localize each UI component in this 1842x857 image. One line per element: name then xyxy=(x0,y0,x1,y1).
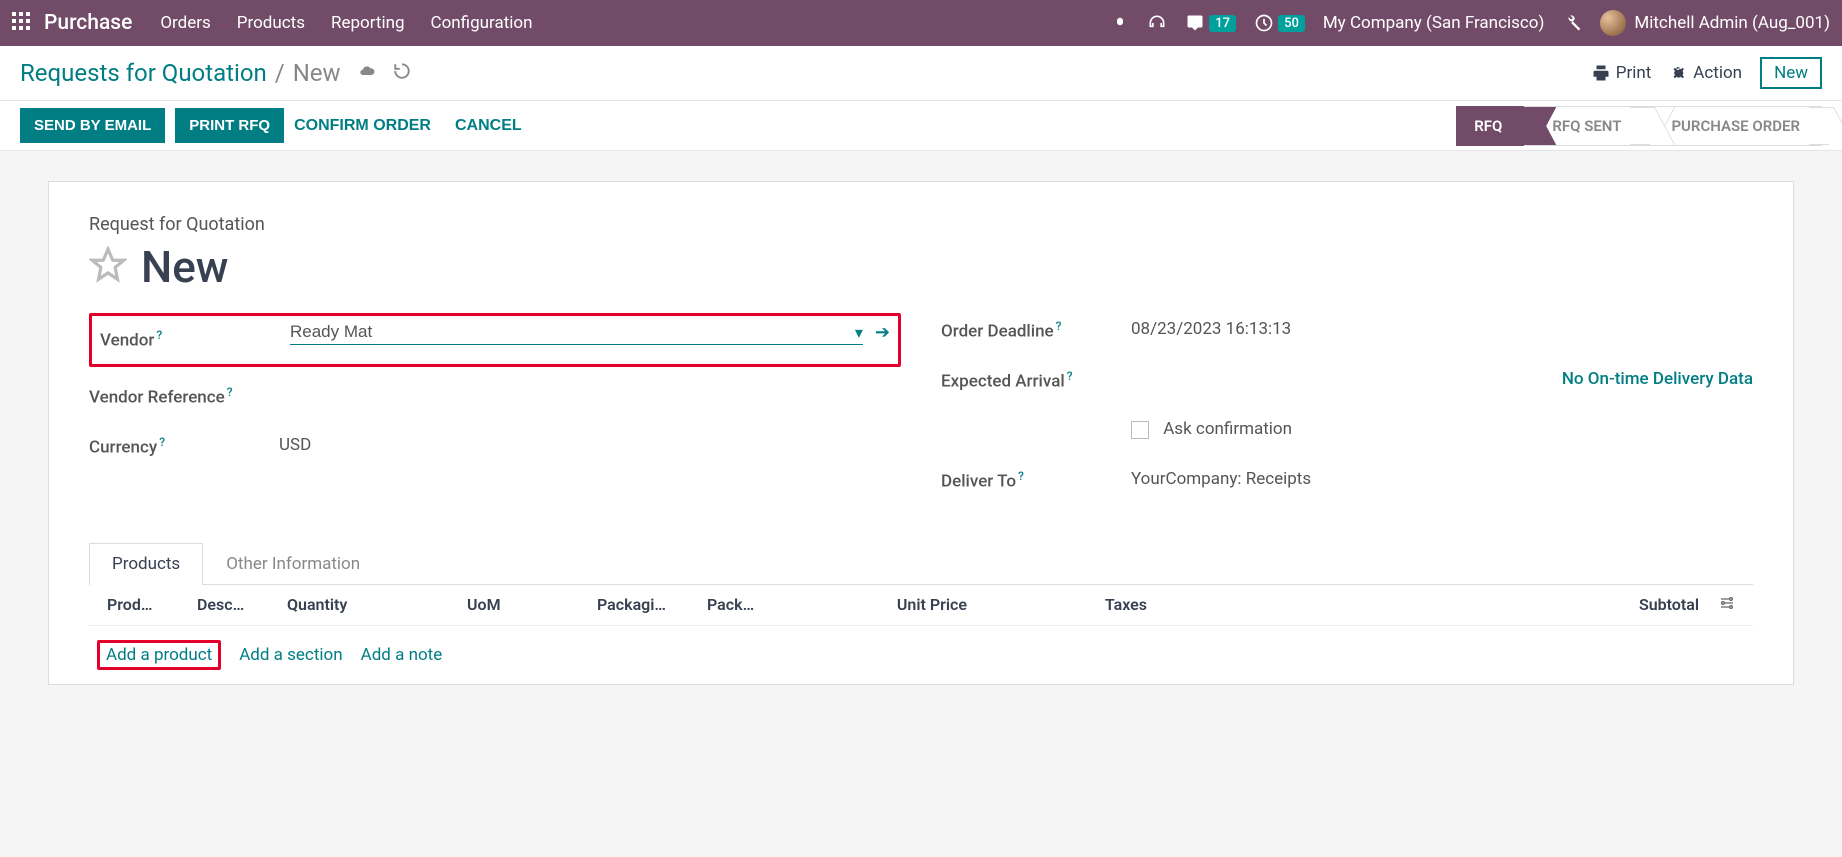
breadcrumb-separator: / xyxy=(275,59,285,87)
menu-reporting[interactable]: Reporting xyxy=(331,13,405,33)
col-unit-price[interactable]: Unit Price xyxy=(797,595,977,615)
apps-icon[interactable] xyxy=(12,12,30,35)
help-icon[interactable]: ? xyxy=(1056,319,1062,333)
action-button[interactable]: Action xyxy=(1669,63,1742,83)
dropdown-caret-icon[interactable]: ▾ xyxy=(855,323,863,342)
currency-label: Currency? xyxy=(89,429,279,458)
breadcrumb-back[interactable]: Requests for Quotation xyxy=(20,59,267,87)
avatar xyxy=(1600,10,1626,36)
cloud-unsaved-icon[interactable] xyxy=(357,63,377,84)
deliver-to-value[interactable]: YourCompany: Receipts xyxy=(1131,463,1753,489)
ask-confirmation-row[interactable]: Ask confirmation xyxy=(1131,413,1753,439)
help-icon[interactable]: ? xyxy=(159,435,165,449)
activities-icon[interactable]: 50 xyxy=(1254,13,1305,33)
add-product-highlight: Add a product xyxy=(97,640,221,670)
menu-configuration[interactable]: Configuration xyxy=(431,13,533,33)
new-button[interactable]: New xyxy=(1760,57,1822,89)
deadline-label: Order Deadline? xyxy=(941,313,1131,342)
tab-other-information[interactable]: Other Information xyxy=(203,543,383,584)
messages-badge: 17 xyxy=(1209,15,1236,32)
company-switcher[interactable]: My Company (San Francisco) xyxy=(1323,13,1545,33)
vendor-ref-value[interactable] xyxy=(279,379,901,385)
tools-icon[interactable] xyxy=(1562,13,1582,33)
help-icon[interactable]: ? xyxy=(1018,469,1024,483)
vendor-highlight: Vendor? ▾ ➔ xyxy=(89,313,901,367)
arrival-label: Expected Arrival? xyxy=(941,363,1131,392)
notebook-tabs: Products Other Information xyxy=(89,543,1753,585)
vendor-label: Vendor? xyxy=(100,322,290,351)
support-icon[interactable] xyxy=(1147,13,1167,33)
products-table-actions: Add a product Add a section Add a note xyxy=(89,626,1753,684)
arrival-value[interactable]: No On-time Delivery Data xyxy=(1131,363,1753,389)
col-quantity[interactable]: Quantity xyxy=(277,595,457,615)
send-by-email-button[interactable]: SEND BY EMAIL xyxy=(20,108,165,143)
products-table-header: Prod… Desc… Quantity UoM Packagi… Pack… … xyxy=(89,585,1753,626)
form-title: New xyxy=(141,241,228,293)
cancel-button[interactable]: CANCEL xyxy=(455,117,522,135)
help-icon[interactable]: ? xyxy=(156,328,162,342)
add-note-link[interactable]: Add a note xyxy=(361,645,443,665)
col-packaging[interactable]: Packagi… xyxy=(587,595,697,615)
form-sheet: Request for Quotation New Vendor? ▾ ➔ xyxy=(48,181,1794,685)
activities-badge: 50 xyxy=(1278,15,1305,32)
app-name[interactable]: Purchase xyxy=(44,11,132,35)
vendor-input[interactable] xyxy=(290,322,849,342)
discard-icon[interactable] xyxy=(393,62,411,85)
ask-confirmation-label: Ask confirmation xyxy=(1163,419,1292,439)
col-uom[interactable]: UoM xyxy=(457,595,587,615)
help-icon[interactable]: ? xyxy=(1067,369,1073,383)
ask-confirmation-checkbox[interactable] xyxy=(1131,421,1149,439)
col-subtotal[interactable]: Subtotal xyxy=(1157,595,1709,615)
col-pack[interactable]: Pack… xyxy=(697,595,797,615)
add-section-link[interactable]: Add a section xyxy=(239,645,342,665)
status-bar: SEND BY EMAIL PRINT RFQ CONFIRM ORDER CA… xyxy=(0,101,1842,151)
messages-icon[interactable]: 17 xyxy=(1185,14,1236,32)
menu-orders[interactable]: Orders xyxy=(160,13,210,33)
vendor-ref-label: Vendor Reference? xyxy=(89,379,279,408)
help-icon[interactable]: ? xyxy=(227,385,233,399)
tab-products[interactable]: Products xyxy=(89,543,203,585)
status-rfq[interactable]: RFQ xyxy=(1456,106,1524,146)
breadcrumb-current: New xyxy=(293,59,341,87)
status-steps: RFQ RFQ SENT PURCHASE ORDER xyxy=(1456,106,1822,146)
user-menu[interactable]: Mitchell Admin (Aug_001) xyxy=(1600,10,1830,36)
menu-products[interactable]: Products xyxy=(237,13,305,33)
breadcrumb-bar: Requests for Quotation / New Print Actio… xyxy=(0,46,1842,101)
bug-icon[interactable] xyxy=(1111,14,1129,32)
confirm-order-button[interactable]: CONFIRM ORDER xyxy=(294,117,431,135)
currency-value[interactable]: USD xyxy=(279,429,901,455)
deadline-value[interactable]: 08/23/2023 16:13:13 xyxy=(1131,313,1753,339)
col-product[interactable]: Prod… xyxy=(97,595,187,615)
print-button[interactable]: Print xyxy=(1592,63,1652,83)
col-taxes[interactable]: Taxes xyxy=(977,595,1157,615)
deliver-to-label: Deliver To? xyxy=(941,463,1131,492)
form-title-label: Request for Quotation xyxy=(89,214,1753,235)
user-name: Mitchell Admin (Aug_001) xyxy=(1634,13,1830,33)
print-rfq-button[interactable]: PRINT RFQ xyxy=(175,108,284,143)
priority-star-icon[interactable] xyxy=(89,246,127,288)
external-link-icon[interactable]: ➔ xyxy=(875,322,890,343)
column-settings-icon[interactable] xyxy=(1709,595,1745,615)
col-description[interactable]: Desc… xyxy=(187,595,277,615)
add-product-link[interactable]: Add a product xyxy=(106,645,212,665)
top-navbar: Purchase Orders Products Reporting Confi… xyxy=(0,0,1842,46)
